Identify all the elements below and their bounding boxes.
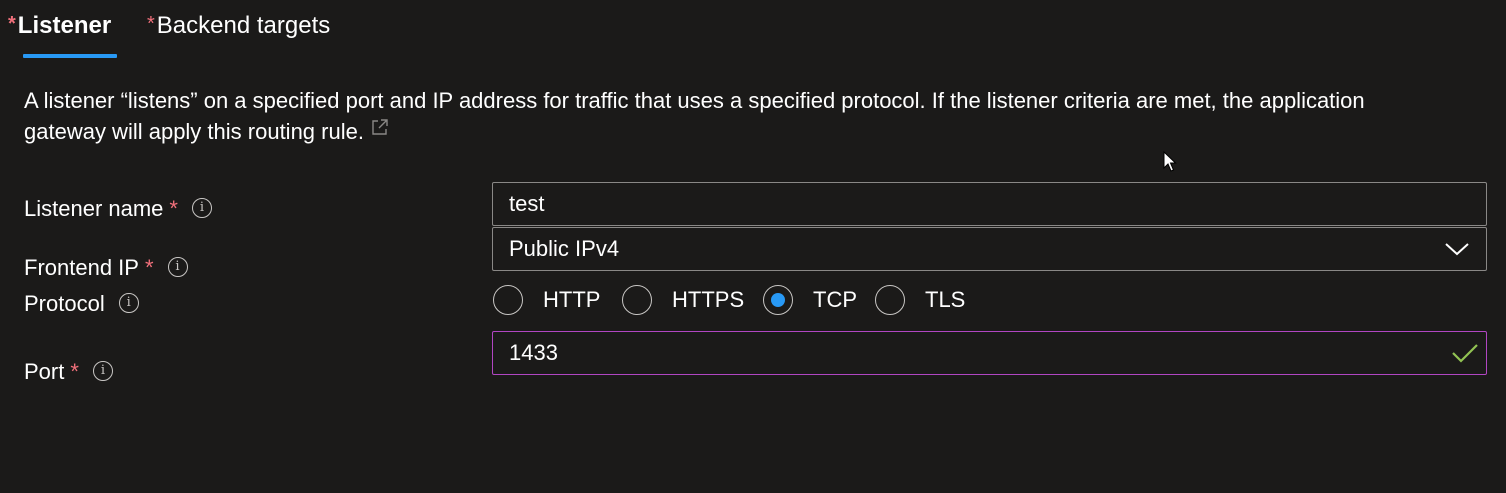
external-link-icon[interactable] — [370, 114, 390, 145]
info-icon[interactable]: i — [191, 198, 212, 219]
frontend-ip-selected-value: Public IPv4 — [509, 236, 620, 261]
frontend-ip-dropdown[interactable]: Public IPv4 — [492, 227, 1487, 271]
protocol-option-tcp[interactable]: TCP — [763, 283, 857, 317]
protocol-option-http[interactable]: HTTP — [493, 283, 600, 317]
frontend-ip-label-text: Frontend IP — [24, 255, 139, 280]
radio-label: TCP — [813, 287, 857, 312]
chevron-down-icon — [1444, 240, 1470, 263]
protocol-radio-group: HTTP HTTPS TCP TLS — [493, 283, 1013, 317]
tab-backend-targets[interactable]: *Backend targets — [147, 10, 330, 42]
radio-button[interactable] — [622, 285, 652, 315]
description-text: A listener “listens” on a specified port… — [24, 88, 1365, 144]
listener-form-page: *Listener *Backend targets A listener “l… — [0, 0, 1506, 493]
radio-label: TLS — [925, 287, 966, 312]
protocol-option-tls[interactable]: TLS — [875, 283, 965, 317]
radio-label: HTTP — [543, 287, 601, 312]
port-input[interactable]: 1433 — [492, 331, 1487, 375]
info-icon[interactable]: i — [92, 361, 113, 382]
protocol-option-https[interactable]: HTTPS — [622, 283, 744, 317]
required-mark: * — [70, 359, 79, 384]
port-label: Port * i — [24, 357, 113, 387]
info-icon[interactable]: i — [118, 293, 139, 314]
listener-name-label-text: Listener name — [24, 196, 164, 221]
protocol-label-text: Protocol — [24, 291, 105, 316]
required-mark: * — [169, 196, 178, 221]
protocol-label: Protocol i — [24, 289, 139, 319]
listener-name-label: Listener name * i — [24, 194, 212, 224]
required-mark: * — [8, 13, 16, 35]
tab-listener-label: Listener — [17, 12, 112, 39]
active-tab-indicator — [23, 54, 117, 58]
radio-button-selected[interactable] — [763, 285, 793, 315]
frontend-ip-label: Frontend IP * i — [24, 253, 188, 283]
radio-button[interactable] — [875, 285, 905, 315]
tab-bar: *Listener *Backend targets — [0, 0, 600, 60]
listener-description: A listener “listens” on a specified port… — [24, 85, 1444, 149]
info-icon[interactable]: i — [167, 257, 188, 278]
required-mark: * — [147, 13, 155, 35]
checkmark-icon — [1451, 341, 1479, 370]
radio-button[interactable] — [493, 285, 523, 315]
tab-listener[interactable]: *Listener — [8, 10, 111, 42]
port-label-text: Port — [24, 359, 65, 384]
listener-name-input[interactable]: test — [492, 182, 1487, 226]
tab-backend-targets-label: Backend targets — [156, 12, 331, 39]
mouse-cursor-icon — [1163, 150, 1177, 178]
radio-label: HTTPS — [672, 287, 745, 312]
required-mark: * — [144, 255, 154, 280]
